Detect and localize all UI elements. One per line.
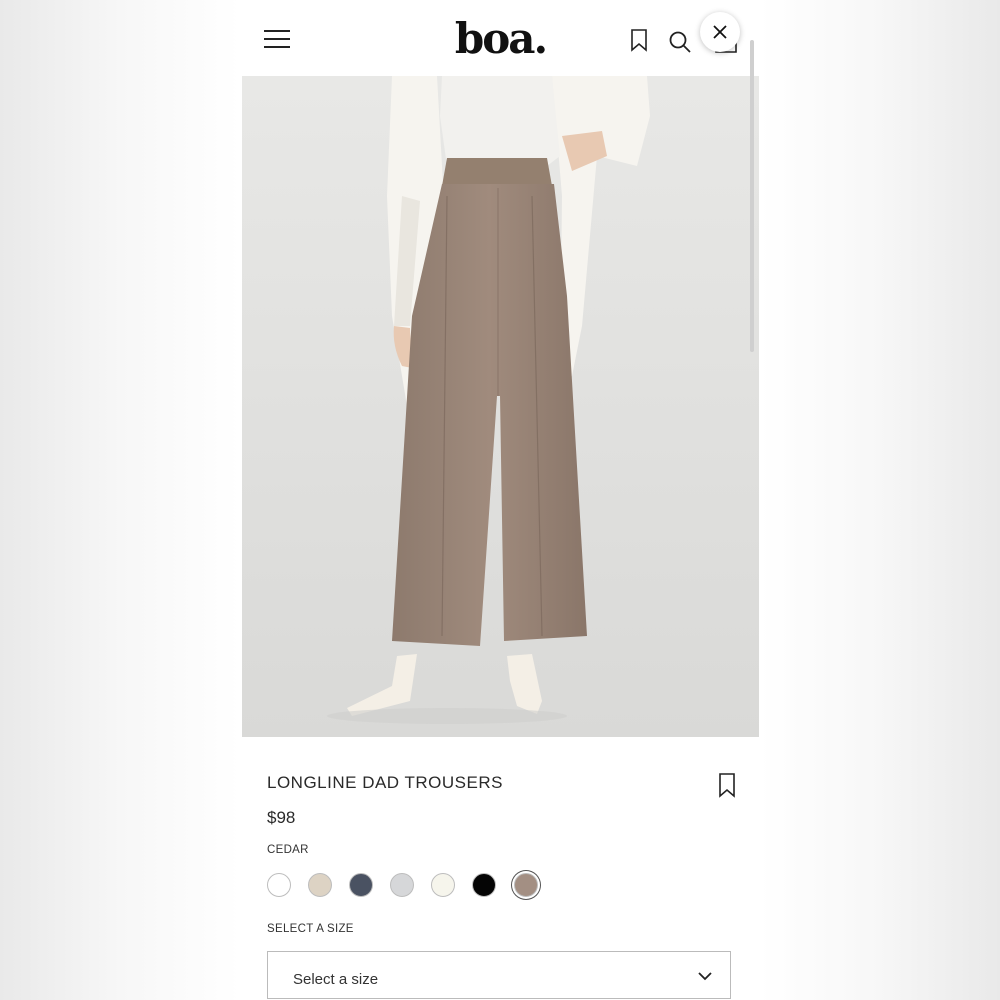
chevron-down-icon (698, 972, 712, 981)
color-swatch[interactable] (514, 873, 538, 897)
close-icon (713, 25, 727, 39)
search-icon[interactable] (668, 30, 692, 54)
color-swatch[interactable] (308, 873, 332, 897)
color-swatch[interactable] (349, 873, 373, 897)
color-swatch[interactable] (472, 873, 496, 897)
size-select[interactable]: Select a size (267, 951, 731, 999)
close-button[interactable] (700, 12, 740, 52)
product-image[interactable] (242, 76, 759, 737)
size-select-value: Select a size (293, 971, 379, 988)
site-header: boa. (242, 0, 759, 76)
bookmark-icon[interactable] (718, 772, 736, 798)
model-wearing-trousers-illustration (242, 76, 759, 737)
product-info-panel: LONGLINE DAD TROUSERS $98 CEDAR SELECT A… (242, 737, 759, 1000)
color-swatch[interactable] (431, 873, 455, 897)
selected-color-label: CEDAR (267, 844, 309, 856)
color-swatch[interactable] (390, 873, 414, 897)
product-page: boa. LONGLINE DAD TROUSERS $98 CEDAR SEL… (242, 0, 759, 1000)
product-price: $98 (267, 808, 296, 827)
bookmark-icon[interactable] (630, 28, 648, 52)
product-title: LONGLINE DAD TROUSERS (267, 773, 503, 792)
color-swatch[interactable] (267, 873, 291, 897)
size-label: SELECT A SIZE (267, 923, 354, 935)
scrollbar[interactable] (750, 40, 754, 352)
